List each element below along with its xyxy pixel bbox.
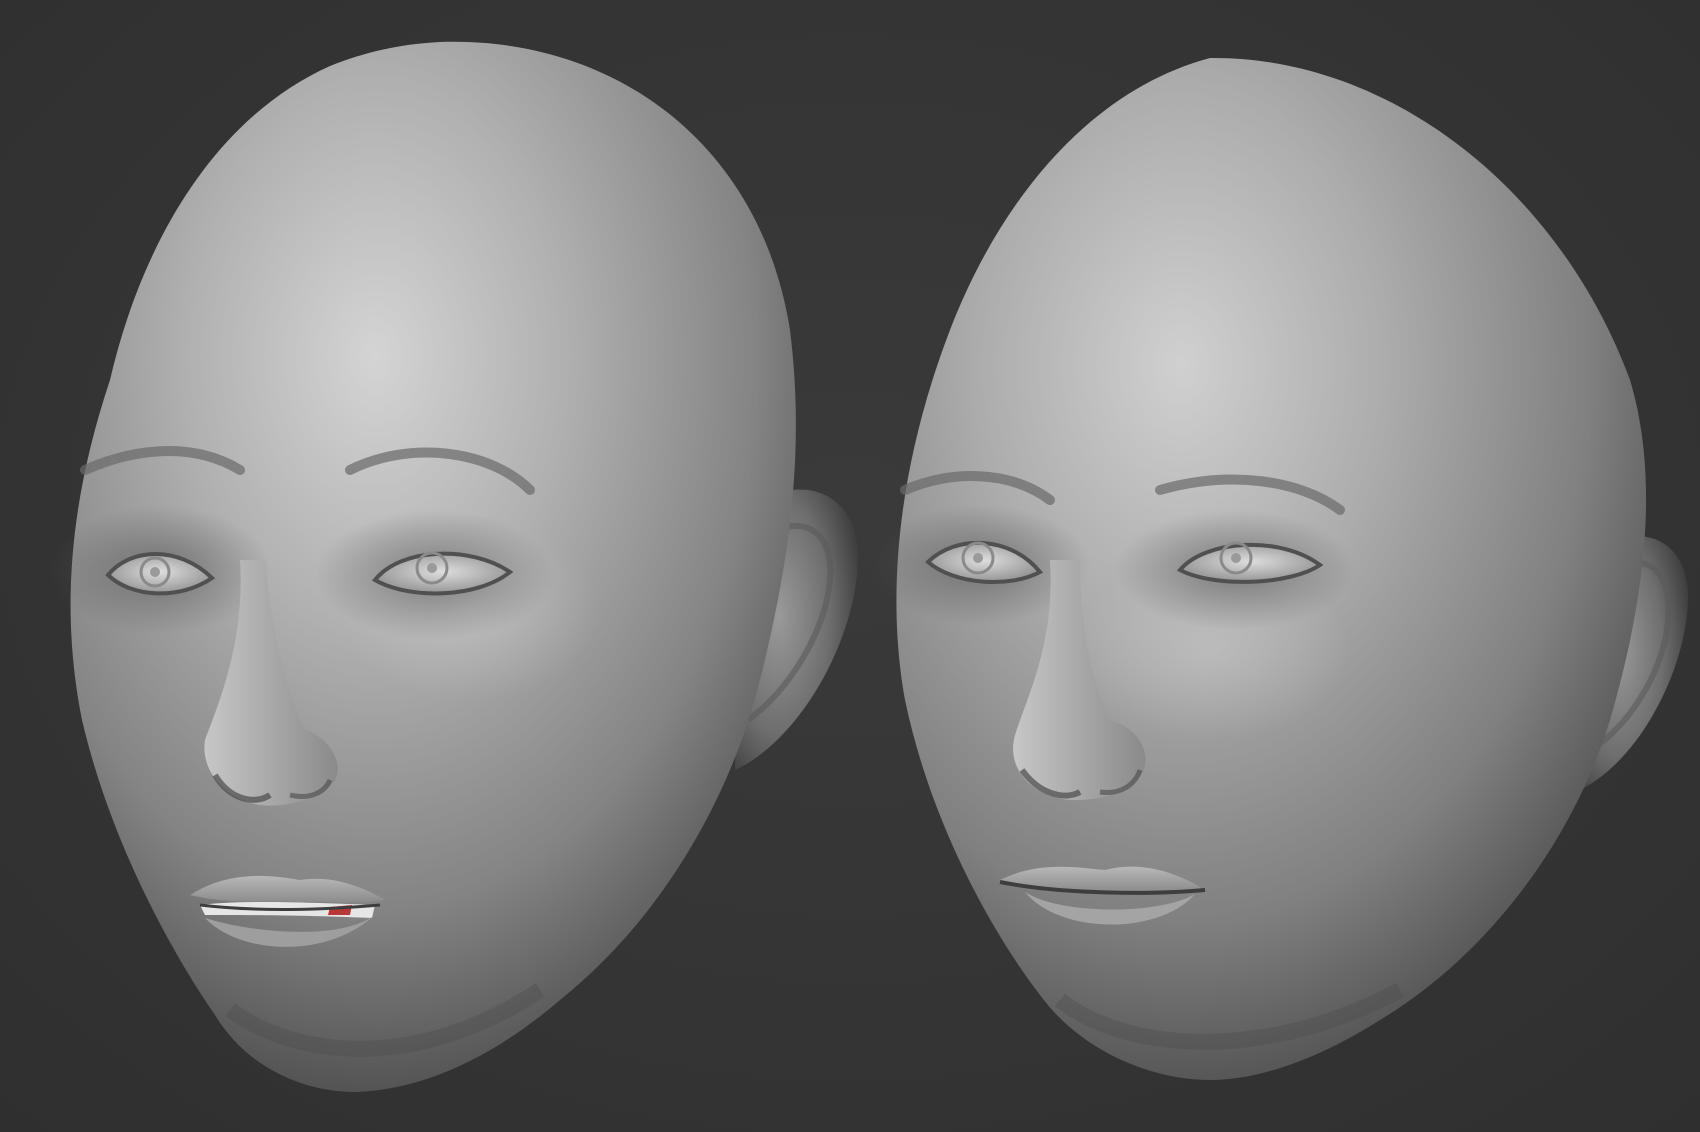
sculpt-render	[50, 41, 1689, 1093]
head-right	[870, 57, 1689, 1081]
head-left	[50, 41, 859, 1093]
render-viewport	[0, 0, 1700, 1132]
